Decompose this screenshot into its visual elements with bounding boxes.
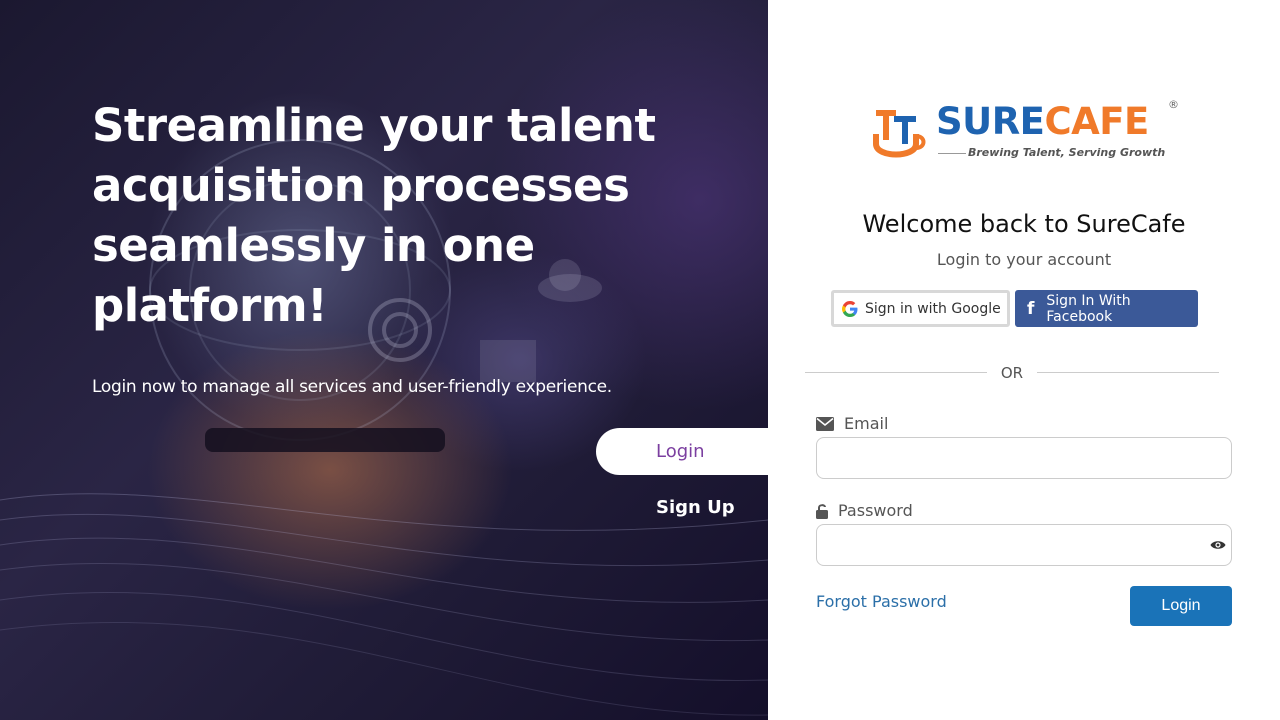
surecafe-logo: SURECAFE ® Brewing Talent, Serving Growt… xyxy=(872,96,1182,166)
facebook-icon: f xyxy=(1027,298,1035,319)
password-input[interactable] xyxy=(816,524,1232,566)
google-signin-button[interactable]: Sign in with Google xyxy=(831,290,1010,327)
registered-mark: ® xyxy=(1168,98,1179,111)
facebook-signin-label: Sign In With Facebook xyxy=(1046,292,1131,325)
forgot-password-link[interactable]: Forgot Password xyxy=(816,592,947,611)
hero-subtitle: Login now to manage all services and use… xyxy=(92,377,612,397)
login-button[interactable]: Login xyxy=(1130,586,1232,626)
facebook-signin-button[interactable]: f Sign In With Facebook xyxy=(1015,290,1198,327)
hero-panel: Streamline your talent acquisition proce… xyxy=(0,0,768,720)
google-signin-label: Sign in with Google xyxy=(865,300,1001,317)
login-subtitle: Login to your account xyxy=(936,250,1112,269)
welcome-title: Welcome back to SureCafe xyxy=(862,210,1186,238)
brand-name: SURECAFE xyxy=(936,100,1149,143)
tab-login[interactable]: Login xyxy=(596,428,796,475)
tab-signup[interactable]: Sign Up xyxy=(656,497,735,518)
login-panel: SURECAFE ® Brewing Talent, Serving Growt… xyxy=(768,0,1280,720)
or-divider: OR xyxy=(805,362,1219,384)
envelope-icon xyxy=(816,416,834,431)
eye-icon[interactable] xyxy=(1210,539,1226,551)
brand-tagline: Brewing Talent, Serving Growth xyxy=(968,146,1166,159)
unlock-icon xyxy=(816,503,828,519)
tab-login-label: Login xyxy=(656,441,705,462)
password-label: Password xyxy=(816,501,913,520)
or-label: OR xyxy=(1000,364,1024,382)
email-label: Email xyxy=(816,414,888,433)
google-icon xyxy=(842,300,858,317)
email-input[interactable] xyxy=(816,437,1232,479)
hero-title: Streamline your talent acquisition proce… xyxy=(92,99,656,332)
cup-logo-icon xyxy=(873,110,926,158)
tagline-rule xyxy=(938,153,966,154)
